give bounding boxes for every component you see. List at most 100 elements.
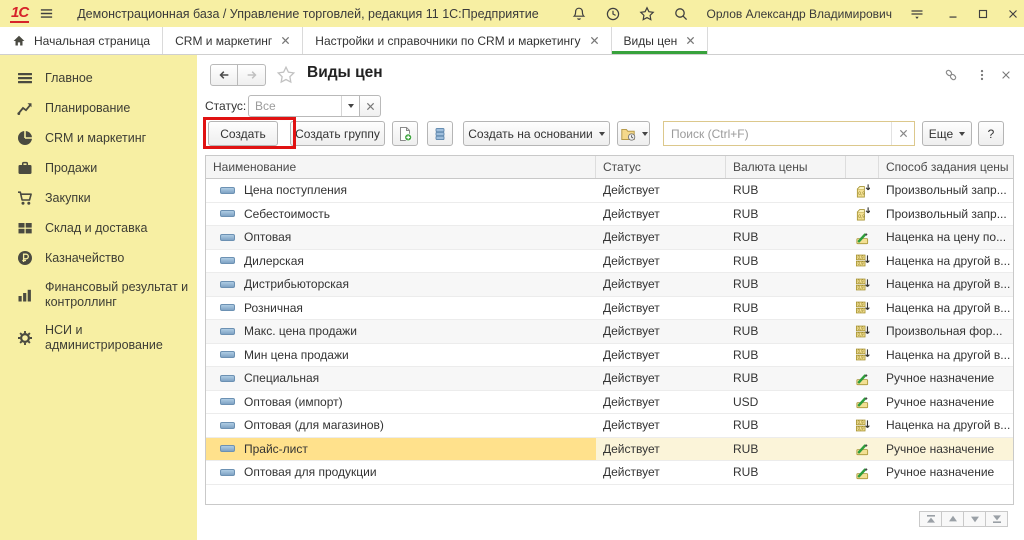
price-type-name: Оптовая для продукции xyxy=(244,465,377,479)
tab-close-icon[interactable] xyxy=(590,36,599,45)
service-menu-icon[interactable] xyxy=(909,6,925,22)
sidebar-item-planning[interactable]: Планирование xyxy=(0,93,197,123)
create-button[interactable]: Создать xyxy=(208,121,278,146)
column-header[interactable]: Валюта цены xyxy=(726,156,846,178)
table-row[interactable]: Цена поступленияДействуетRUB0,9Произволь… xyxy=(206,179,1013,203)
table-row[interactable]: Мин цена продажиДействуетRUB0,90,9Наценк… xyxy=(206,344,1013,368)
scroll-up-icon[interactable] xyxy=(941,511,964,527)
table-row[interactable]: Оптовая (для магазинов)ДействуетRUB0,90,… xyxy=(206,414,1013,438)
current-user[interactable]: Орлов Александр Владимирович xyxy=(706,7,892,21)
pie-icon xyxy=(16,130,34,146)
table-row[interactable]: ДистрибьюторскаяДействуетRUB0,90,9Наценк… xyxy=(206,273,1013,297)
sidebar-item-finance[interactable]: Финансовый результат и контроллинг xyxy=(0,273,197,316)
tab-label: Начальная страница xyxy=(34,34,150,48)
sidebar-item-sales[interactable]: Продажи xyxy=(0,153,197,183)
column-header[interactable] xyxy=(846,156,879,178)
create-based-on-button[interactable]: Создать на основании xyxy=(463,121,610,146)
price-type-name: Оптовая (для магазинов) xyxy=(244,418,384,432)
briefcase-icon xyxy=(16,160,34,176)
notifications-icon[interactable] xyxy=(571,6,587,22)
scroll-to-top-icon[interactable] xyxy=(919,511,942,527)
price-type-name: Специальная xyxy=(244,371,319,385)
favorites-icon[interactable] xyxy=(639,6,655,22)
table-row[interactable]: СпециальнаяДействуетRUBРучное назначение xyxy=(206,367,1013,391)
tab-label: Настройки и справочники по CRM и маркети… xyxy=(315,34,580,48)
table-row[interactable]: РозничнаяДействуетRUB0,90,9Наценка на др… xyxy=(206,297,1013,321)
price-currency: RUB xyxy=(726,179,846,202)
table-row[interactable]: Оптовая для продукцииДействуетRUBРучное … xyxy=(206,461,1013,485)
scroll-down-icon[interactable] xyxy=(963,511,986,527)
price-type-status: Действует xyxy=(596,391,726,414)
table-row[interactable]: Прайс-листДействуетRUBРучное назначение xyxy=(206,438,1013,462)
column-header[interactable]: Способ задания цены xyxy=(879,156,1013,178)
price-groups-button[interactable] xyxy=(427,121,453,146)
more-menu-icon[interactable] xyxy=(973,66,991,84)
barchart-icon xyxy=(16,287,34,303)
pencil-method-icon xyxy=(846,391,879,414)
forward-button[interactable] xyxy=(238,64,266,86)
search-icon[interactable] xyxy=(673,6,689,22)
table-row[interactable]: СебестоимостьДействуетRUB0,9Произвольный… xyxy=(206,203,1013,227)
back-button[interactable] xyxy=(210,64,238,86)
sidebar-item-warehouse[interactable]: Склад и доставка xyxy=(0,213,197,243)
price-type-name: Оптовая xyxy=(244,230,291,244)
column-header[interactable]: Статус xyxy=(596,156,726,178)
tab-crm-marketing[interactable]: CRM и маркетинг xyxy=(163,27,303,54)
price-type-status: Действует xyxy=(596,320,726,343)
add-to-favorites-icon[interactable] xyxy=(276,65,296,88)
sidebar-item-purchases[interactable]: Закупки xyxy=(0,183,197,213)
svg-text:0,9: 0,9 xyxy=(857,255,864,260)
table-row[interactable]: ОптоваяДействуетRUBНаценка на цену по... xyxy=(206,226,1013,250)
copy-new-element-button[interactable] xyxy=(392,121,418,146)
price-currency: USD xyxy=(726,391,846,414)
help-button[interactable]: ? xyxy=(978,121,1004,146)
price-type-status: Действует xyxy=(596,226,726,249)
close-button[interactable] xyxy=(1002,4,1024,24)
get-link-icon[interactable] xyxy=(942,66,960,84)
sidebar-item-label: НСИ и администрирование xyxy=(45,323,195,352)
list-navigation xyxy=(920,511,1008,527)
scroll-to-bottom-icon[interactable] xyxy=(985,511,1008,527)
price-currency: RUB xyxy=(726,250,846,273)
history-icon[interactable] xyxy=(605,6,621,22)
create-group-button[interactable]: Создать группу xyxy=(290,121,385,146)
price-method: Произвольная фор... xyxy=(879,320,1013,343)
svg-text:0,9: 0,9 xyxy=(857,355,864,360)
main-menu-icon[interactable] xyxy=(38,6,54,22)
table-header: НаименованиеСтатусВалюта цены Способ зада… xyxy=(206,156,1013,179)
item-marker-icon xyxy=(220,210,235,217)
item-marker-icon xyxy=(220,351,235,358)
reports-button[interactable] xyxy=(617,121,650,146)
status-filter-combobox[interactable]: Все xyxy=(248,95,360,117)
column-header[interactable]: Наименование xyxy=(206,156,596,178)
price-method: Наценка на другой в... xyxy=(879,273,1013,296)
query-method-icon: 0,9 xyxy=(846,203,879,226)
combobox-dropdown-icon[interactable] xyxy=(341,96,359,116)
menu-icon xyxy=(16,70,34,86)
tags-method-icon: 0,90,9 xyxy=(846,273,879,296)
maximize-button[interactable] xyxy=(972,4,994,24)
price-type-name: Макс. цена продажи xyxy=(244,324,357,338)
tab-price-types[interactable]: Виды цен xyxy=(612,27,709,54)
table-row[interactable]: ДилерскаяДействуетRUB0,90,9Наценка на др… xyxy=(206,250,1013,274)
search-clear-icon[interactable] xyxy=(891,122,914,145)
minimize-button[interactable] xyxy=(942,4,964,24)
sidebar-item-main[interactable]: Главное xyxy=(0,63,197,93)
sidebar-item-label: Продажи xyxy=(45,161,97,176)
tab-close-icon[interactable] xyxy=(686,36,695,45)
tab-close-icon[interactable] xyxy=(281,36,290,45)
tab-home[interactable]: Начальная страница xyxy=(0,27,163,54)
search-input[interactable]: Поиск (Ctrl+F) xyxy=(663,121,915,146)
table-row[interactable]: Оптовая (импорт)ДействуетUSDРучное назна… xyxy=(206,391,1013,415)
price-types-table: НаименованиеСтатусВалюта цены Способ зада… xyxy=(205,155,1014,505)
sidebar-item-crm[interactable]: CRM и маркетинг xyxy=(0,123,197,153)
sidebar-item-treasury[interactable]: Казначейство xyxy=(0,243,197,273)
close-form-icon[interactable] xyxy=(997,66,1015,84)
more-actions-button[interactable]: Еще xyxy=(922,121,972,146)
table-row[interactable]: Макс. цена продажиДействуетRUB0,90,9Прои… xyxy=(206,320,1013,344)
status-filter-clear-icon[interactable] xyxy=(359,95,381,117)
sidebar-item-admin[interactable]: НСИ и администрирование xyxy=(0,316,197,359)
tab-crm-settings[interactable]: Настройки и справочники по CRM и маркети… xyxy=(303,27,611,54)
item-marker-icon xyxy=(220,422,235,429)
filter-row: Статус: Все xyxy=(197,95,1024,119)
